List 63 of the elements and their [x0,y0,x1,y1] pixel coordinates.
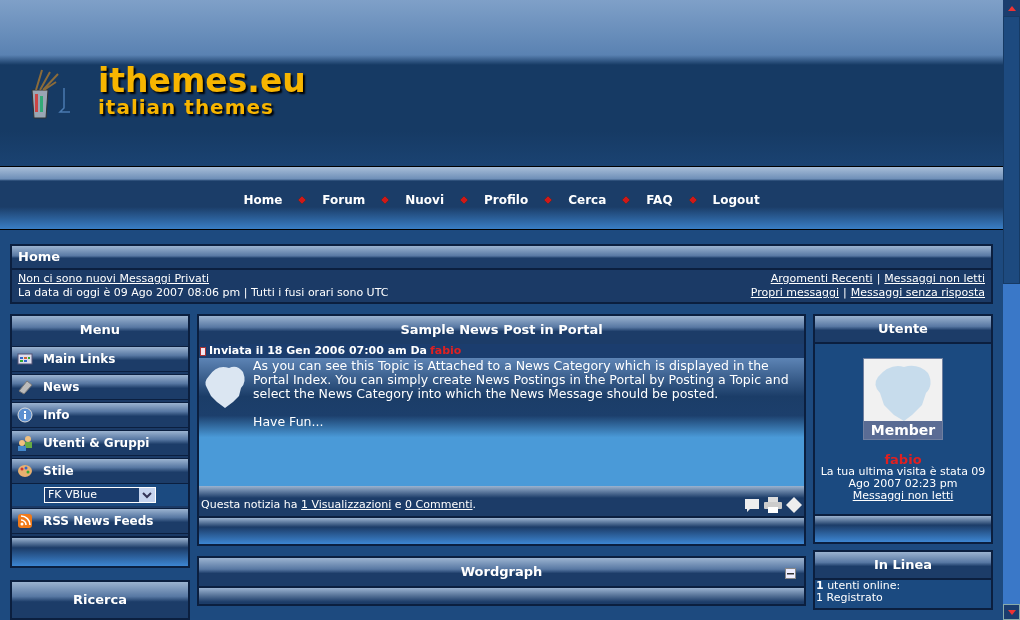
online-text: 1 utenti online: [816,580,902,592]
diamond-icon [460,196,468,204]
post-meta: Inviata il 18 Gen 2006 07:00 am Da [209,342,427,359]
link[interactable]: Messaggi non letti [884,272,985,286]
separator: | [876,272,881,286]
separator: | [843,286,847,300]
diamond-icon [622,196,631,204]
scroll-down-icon[interactable] [1007,609,1016,615]
logo-subtitle: italian themes [98,97,275,117]
palette-icon [17,463,33,479]
private-messages-link[interactable]: Non ci sono nuovi Messaggi Privati [18,272,389,286]
post-closing: Have Fun... [253,415,325,429]
users-icon [17,435,33,451]
nav-link[interactable]: Forum [315,191,373,209]
views-link[interactable]: 1 Visualizzazioni [301,497,392,511]
rank-label: Member [864,421,942,439]
diamond-icon [381,196,390,204]
diamond-icon [544,196,553,204]
online-text: 1 Registrato [816,592,884,604]
nav-link[interactable]: Home [236,191,290,209]
menu-item[interactable]: Stile [12,458,188,484]
author-name: fabio [430,342,462,359]
nav-link[interactable]: Profilo [477,191,536,209]
panel-title: Ricerca [73,591,127,610]
comments-link[interactable]: 0 Commenti [405,497,473,511]
post-icon [200,346,206,356]
nav-link[interactable]: FAQ [639,191,680,209]
link[interactable]: Argomenti Recenti [770,272,873,286]
nav-link[interactable]: Logout [705,191,767,209]
nav-link[interactable]: Cerca [561,191,614,209]
printer-icon[interactable] [764,497,782,513]
unread-messages-link[interactable]: Messaggi non letti [852,490,954,502]
menu-item[interactable]: News [12,374,188,400]
username: fabio [884,454,922,466]
info-icon [17,407,33,423]
news-stats: Questa notizia ha 1 Visualizzazioni e 0 Commenti. [201,496,477,513]
menu-item[interactable]: Info [12,402,188,428]
nav-link[interactable]: Nuovi [398,191,451,209]
diamond-icon [298,196,307,204]
collapse-icon[interactable] [785,568,796,579]
link[interactable]: Propri messaggi [750,286,839,300]
scrollbar[interactable] [1003,0,1020,620]
menu-item[interactable]: Main Links [12,346,188,372]
rss-icon [17,513,33,529]
panel-title: Sample News Post in Portal [400,321,603,340]
last-visit-text: La tua ultima visita è stata 09 Ago 2007 02:23 pm [819,466,987,490]
menu-item[interactable]: RSS News Feeds [12,508,188,534]
diamond-icon [688,196,697,204]
logo-title: ithemes.eu [98,64,306,97]
scroll-up-icon[interactable] [1007,5,1016,11]
comment-icon[interactable] [744,497,760,513]
style-select[interactable]: FK VBlue [44,487,156,503]
post-body: As you can see this Topic is Attached to a News Category which is displayed in the Portal Index. You can simply create News Postings in the Portal by Posting a Topic and select the News Category into which the News Message should be posted. [253,359,790,401]
date-text: La data di oggi è 09 Ago 2007 08:06 pm | Tutti i fusi orari sono UTC [18,286,389,300]
link[interactable]: Messaggi senza risposta [850,286,985,300]
panel-title: Home [18,248,61,267]
grid-icon [17,351,33,367]
panel-title: Wordgraph [460,563,543,582]
panel-title: Utente [878,320,928,339]
panel-title: Menu [79,321,121,340]
panel-title: In Linea [873,556,933,575]
menu-item[interactable]: Utenti & Gruppi [12,430,188,456]
scrollbar-thumb[interactable] [1003,16,1020,284]
